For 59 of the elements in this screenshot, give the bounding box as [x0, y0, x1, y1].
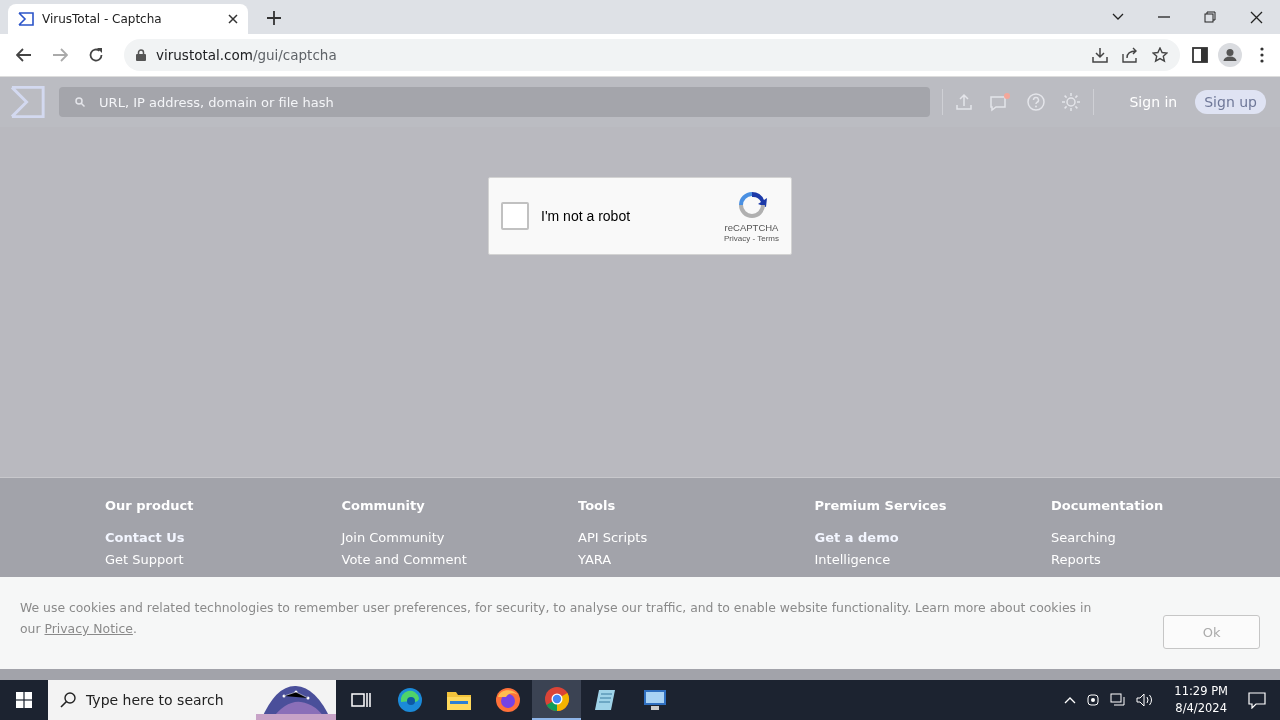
search-icon [75, 97, 86, 107]
sign-in-button[interactable]: Sign in [1123, 93, 1184, 111]
share-icon[interactable] [1122, 47, 1138, 63]
sigma-logo-icon [18, 12, 34, 26]
search-field[interactable]: URL, IP address, domain or file hash [97, 93, 914, 111]
windows-logo-icon[interactable] [16, 692, 32, 708]
search-bar[interactable]: URL, IP address, domain or file hash [59, 87, 930, 117]
search-icon [60, 692, 76, 708]
footer-link[interactable]: YARA [578, 552, 815, 567]
close-icon[interactable] [228, 14, 238, 24]
footer-link[interactable]: Intelligence [814, 552, 1051, 567]
chrome-icon[interactable] [543, 686, 570, 712]
close-icon[interactable] [1250, 10, 1263, 24]
footer-heading: Tools [578, 498, 617, 513]
checkbox-label: I'm not a robot [541, 208, 632, 224]
edge-browser-icon[interactable] [396, 687, 423, 713]
device-icon[interactable] [1086, 693, 1101, 707]
firefox-icon[interactable] [494, 687, 521, 713]
privacy-notice-link[interactable]: Privacy Notice [44, 621, 133, 636]
footer-link[interactable]: Get a demo [814, 530, 1051, 545]
footer-link[interactable]: Vote and Comment [341, 552, 578, 567]
restore-icon[interactable] [1204, 11, 1216, 23]
cookie-notice: We use cookies and related technologies to remember user preferences, for security, to analyse our traffic, and to enable website functionality. Learn more about cookies in our Privacy Notice. [20, 599, 1093, 638]
ok-button[interactable]: Ok [1163, 615, 1260, 649]
back-arrow-icon[interactable] [16, 48, 32, 62]
plus-icon[interactable] [267, 11, 281, 25]
footer-heading: Community [341, 498, 426, 513]
footer-link[interactable]: API Scripts [578, 530, 815, 545]
star-icon[interactable] [1152, 47, 1168, 63]
lock-icon [136, 49, 146, 61]
reload-icon[interactable] [88, 47, 104, 63]
folder-icon[interactable] [445, 689, 472, 711]
browser-tab[interactable]: VirusTotal - Captcha [8, 4, 248, 34]
download-icon[interactable] [1092, 47, 1108, 63]
footer-link[interactable]: Join Community [341, 530, 578, 545]
footer-heading: Our product [105, 498, 195, 513]
chevron-down-icon[interactable] [1112, 13, 1124, 21]
footer-link[interactable]: Reports [1051, 552, 1280, 567]
task-view-icon[interactable] [350, 691, 371, 709]
privacy-terms-link[interactable]: Privacy - Terms [724, 234, 779, 243]
checkbox[interactable] [501, 202, 529, 230]
clock[interactable]: 11:29 PM 8/4/2024 [1174, 683, 1228, 717]
footer-link[interactable]: Searching [1051, 530, 1280, 545]
address-bar[interactable]: virustotal.com/gui/captcha [124, 39, 1180, 71]
side-panel-icon[interactable] [1192, 47, 1208, 63]
taskbar-search-field[interactable]: Type here to search [48, 680, 336, 720]
url-text: virustotal.com/gui/captcha [156, 47, 337, 63]
network-icon[interactable] [1110, 693, 1127, 707]
chevron-up-icon[interactable] [1064, 696, 1077, 704]
footer-heading: Documentation [1051, 498, 1165, 513]
speaker-icon[interactable] [1136, 693, 1155, 707]
sign-up-button[interactable]: Sign up [1195, 90, 1266, 114]
profile-avatar-icon[interactable] [1218, 43, 1242, 67]
recaptcha-label: reCAPTCHA [724, 222, 779, 233]
footer-link[interactable]: Get Support [105, 552, 342, 567]
footer-heading: Premium Services [814, 498, 948, 513]
notification-icon[interactable] [1248, 691, 1266, 709]
monitor-icon[interactable] [641, 688, 668, 712]
footer-link[interactable]: Contact Us [105, 530, 342, 545]
